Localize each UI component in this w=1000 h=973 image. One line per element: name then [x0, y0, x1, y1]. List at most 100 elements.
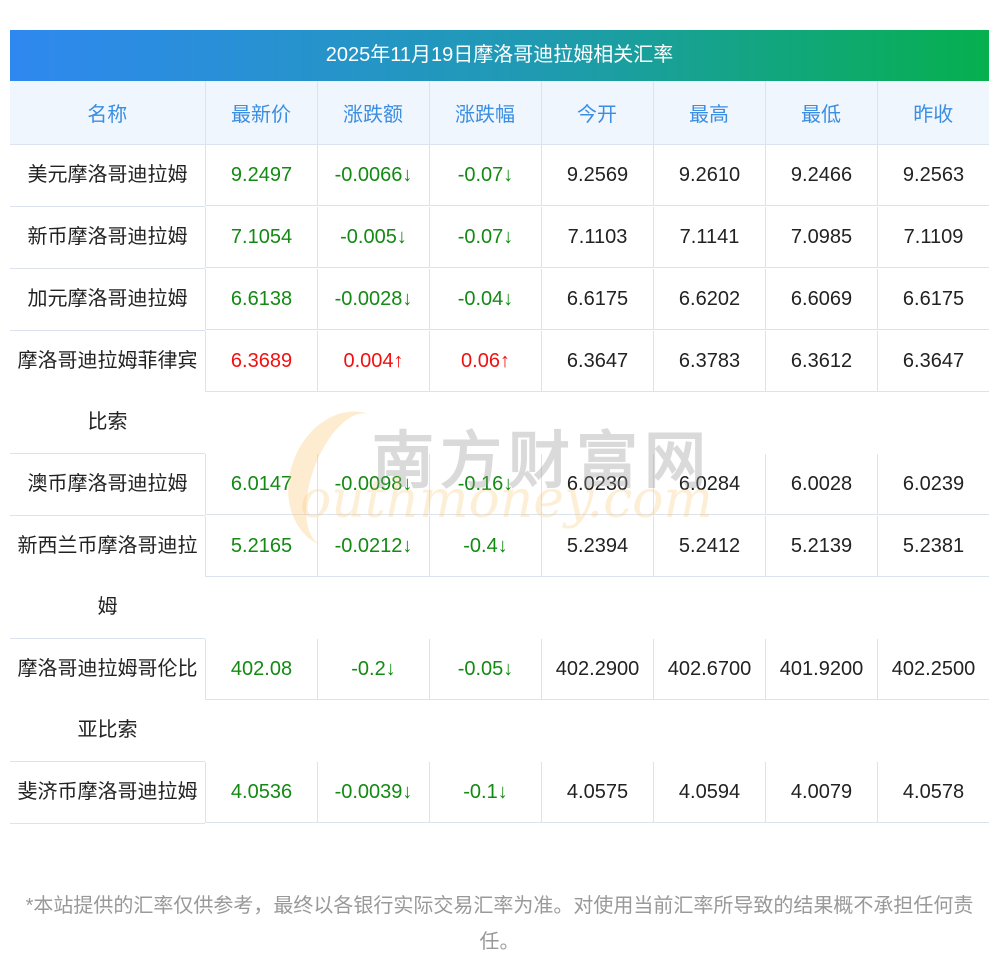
cell-high: 402.6700 [653, 638, 765, 762]
table-row: 澳币摩洛哥迪拉姆 6.0147 -0.0098↓ -0.16↓ 6.0230 6.0284… [10, 453, 989, 516]
price-value: 7.1054 [205, 206, 317, 268]
open-value: 9.2569 [541, 145, 653, 206]
table-row: 加元摩洛哥迪拉姆 6.6138 -0.0028↓ -0.04↓ 6.6175 6.6202… [10, 268, 989, 331]
cell-low: 6.6069 [765, 268, 877, 331]
pct-value: -0.1↓ [429, 761, 541, 823]
cell-open: 5.2394 [541, 515, 653, 639]
change-value: -0.0098↓ [317, 453, 429, 515]
rate-table: 名称 最新价 涨跌额 涨跌幅 今开 最高 最低 昨收 美元摩洛哥迪拉姆 9.2497 -0.006… [10, 81, 989, 824]
open-value: 6.3647 [541, 330, 653, 392]
currency-pair-name: 摩洛哥迪拉姆哥伦比亚比索 [10, 638, 205, 762]
pct-value: 0.06↑ [429, 330, 541, 392]
price-value: 6.0147 [205, 453, 317, 515]
open-value: 6.6175 [541, 268, 653, 330]
cell-change: 0.004↑ [317, 330, 429, 454]
prev-value: 402.2500 [877, 638, 989, 700]
cell-price: 6.3689 [205, 330, 317, 454]
high-value: 9.2610 [653, 145, 765, 206]
cell-pct: -0.07↓ [429, 206, 541, 269]
disclaimer-note: *本站提供的汇率仅供参考，最终以各银行实际交易汇率为准。对使用当前汇率所导致的结… [25, 895, 974, 953]
column-header: 昨收 [876, 81, 989, 145]
change-value: -0.0066↓ [317, 145, 429, 206]
column-header: 最高 [652, 81, 765, 145]
change-value: -0.0212↓ [317, 515, 429, 577]
cell-high: 6.0284 [653, 453, 765, 516]
cell-change: -0.0039↓ [317, 761, 429, 824]
currency-pair-name: 新币摩洛哥迪拉姆 [10, 206, 205, 269]
rate-table-panel: 2025年11月19日摩洛哥迪拉姆相关汇率 名称 最新价 涨跌额 涨跌幅 今开 最高 最低昨… [10, 30, 989, 824]
cell-high: 7.1141 [653, 206, 765, 269]
cell-pct: -0.04↓ [429, 268, 541, 331]
cell-pct: -0.4↓ [429, 515, 541, 639]
open-value: 402.2900 [541, 638, 653, 700]
cell-high: 4.0594 [653, 761, 765, 824]
cell-change: -0.0098↓ [317, 453, 429, 516]
column-header: 涨跌额 [316, 81, 429, 145]
change-value: 0.004↑ [317, 330, 429, 392]
pct-value: -0.07↓ [429, 206, 541, 268]
cell-price: 5.2165 [205, 515, 317, 639]
column-header: 最新价 [204, 81, 317, 145]
low-value: 6.6069 [765, 268, 877, 330]
cell-pct: 0.06↑ [429, 330, 541, 454]
price-value: 4.0536 [205, 761, 317, 823]
prev-value: 6.0239 [877, 453, 989, 515]
column-header: 最低 [764, 81, 877, 145]
prev-value: 5.2381 [877, 515, 989, 577]
cell-low: 4.0079 [765, 761, 877, 824]
cell-price: 6.0147 [205, 453, 317, 516]
high-value: 6.6202 [653, 268, 765, 330]
cell-open: 6.3647 [541, 330, 653, 454]
cell-prev: 4.0578 [877, 761, 989, 824]
open-value: 6.0230 [541, 453, 653, 515]
cell-prev: 6.3647 [877, 330, 989, 454]
table-row: 摩洛哥迪拉姆哥伦比亚比索 402.08 -0.2↓ -0.05↓ 402.2900 402… [10, 638, 989, 762]
table-row: 新币摩洛哥迪拉姆 7.1054 -0.005↓ -0.07↓ 7.1103 7.1141 7… [10, 206, 989, 269]
cell-pct: -0.05↓ [429, 638, 541, 762]
cell-change: -0.0212↓ [317, 515, 429, 639]
cell-change: -0.2↓ [317, 638, 429, 762]
change-value: -0.0028↓ [317, 268, 429, 330]
low-value: 6.3612 [765, 330, 877, 392]
low-value: 401.9200 [765, 638, 877, 700]
price-value: 5.2165 [205, 515, 317, 577]
table-row: 美元摩洛哥迪拉姆 9.2497 -0.0066↓ -0.07↓ 9.2569 9.2610… [10, 144, 989, 207]
low-value: 9.2466 [765, 145, 877, 206]
high-value: 6.0284 [653, 453, 765, 515]
pct-value: -0.4↓ [429, 515, 541, 577]
cell-prev: 6.0239 [877, 453, 989, 516]
cell-prev: 6.6175 [877, 268, 989, 331]
cell-open: 9.2569 [541, 145, 653, 207]
currency-pair-name: 新西兰币摩洛哥迪拉姆 [10, 515, 205, 639]
cell-prev: 5.2381 [877, 515, 989, 639]
cell-pct: -0.1↓ [429, 761, 541, 824]
pct-value: -0.16↓ [429, 453, 541, 515]
prev-value: 6.6175 [877, 268, 989, 330]
currency-pair-name: 摩洛哥迪拉姆菲律宾比索 [10, 330, 205, 454]
cell-price: 7.1054 [205, 206, 317, 269]
cell-change: -0.0066↓ [317, 145, 429, 207]
cell-pct: -0.07↓ [429, 145, 541, 207]
cell-open: 4.0575 [541, 761, 653, 824]
price-value: 402.08 [205, 638, 317, 700]
cell-open: 6.0230 [541, 453, 653, 516]
high-value: 5.2412 [653, 515, 765, 577]
cell-prev: 7.1109 [877, 206, 989, 269]
table-title: 2025年11月19日摩洛哥迪拉姆相关汇率 [10, 30, 989, 81]
high-value: 402.6700 [653, 638, 765, 700]
column-header: 名称 [10, 81, 205, 145]
price-value: 6.3689 [205, 330, 317, 392]
cell-change: -0.005↓ [317, 206, 429, 269]
open-value: 7.1103 [541, 206, 653, 268]
cell-high: 6.6202 [653, 268, 765, 331]
cell-pct: -0.16↓ [429, 453, 541, 516]
prev-value: 7.1109 [877, 206, 989, 268]
pct-value: -0.07↓ [429, 145, 541, 206]
cell-high: 6.3783 [653, 330, 765, 454]
open-value: 5.2394 [541, 515, 653, 577]
cell-low: 401.9200 [765, 638, 877, 762]
column-header: 涨跌幅 [428, 81, 541, 145]
prev-value: 6.3647 [877, 330, 989, 392]
low-value: 4.0079 [765, 761, 877, 823]
price-value: 6.6138 [205, 268, 317, 330]
